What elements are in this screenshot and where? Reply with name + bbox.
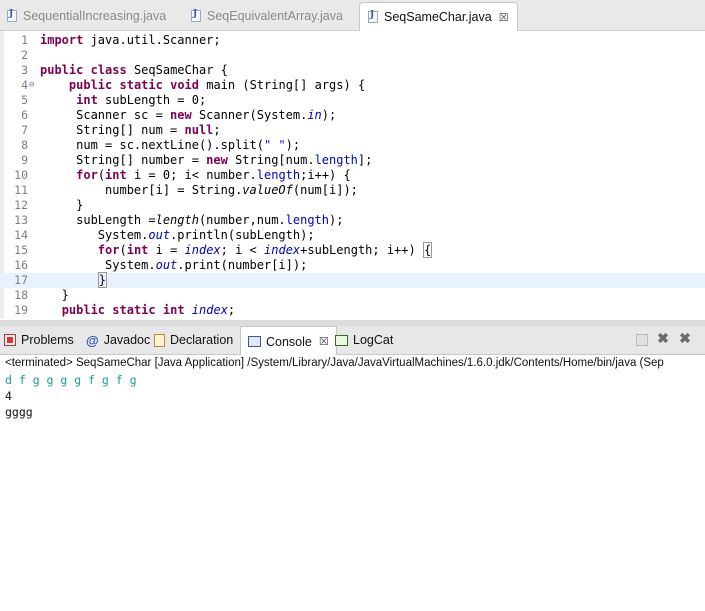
tab-label: SeqEquivalentArray.java (207, 8, 343, 23)
code-line[interactable]: 8 num = sc.nextLine().split(" "); (0, 138, 705, 153)
code-text: public class SeqSameChar { (40, 63, 228, 77)
line-number: 18 (14, 288, 28, 302)
tab-sequential-increasing[interactable]: SequentialIncreasing.java (7, 2, 166, 29)
tab-declaration-label: Declaration (170, 333, 234, 347)
line-number: 7 (21, 123, 28, 137)
line-number: 9 (21, 153, 28, 167)
code-text: Scanner sc = new Scanner(System.in); (40, 108, 337, 122)
code-line[interactable]: 17 } (0, 272, 705, 288)
code-line[interactable]: 5 int subLength = 0; (0, 93, 705, 108)
close-console-icon[interactable]: ☒ (319, 335, 329, 348)
code-text: } (97, 272, 108, 288)
line-number: 8 (21, 138, 28, 152)
javadoc-icon: @ (86, 332, 99, 348)
code-line[interactable]: 9 String[] number = new String[num.lengt… (0, 153, 705, 168)
code-text: public static int index; (61, 303, 236, 317)
fold-icon[interactable]: ⊖ (29, 78, 34, 93)
line-number: 2 (21, 48, 28, 62)
tab-label: SequentialIncreasing.java (23, 8, 167, 23)
console-icon (248, 336, 261, 347)
tab-logcat-label: LogCat (353, 333, 394, 347)
code-line[interactable]: 15 for(int i = index; i < index+subLengt… (0, 242, 705, 258)
code-line[interactable]: 6 Scanner sc = new Scanner(System.in); (0, 108, 705, 123)
line-number: 1 (21, 33, 28, 47)
tab-console[interactable]: Console ☒ (240, 326, 337, 356)
code-text: String[] number = new String[num.length]… (40, 153, 373, 167)
code-text: public static void main (String[] args) … (68, 78, 366, 92)
line-number: 10 (14, 168, 28, 182)
code-line[interactable]: 2 (0, 48, 705, 63)
code-line[interactable]: 13 subLength =length(number,num.length); (0, 213, 705, 228)
console-line: gggg (5, 405, 33, 419)
line-number: 15 (14, 243, 28, 257)
code-line[interactable]: 4 ⊖ public static void main (String[] arg… (0, 78, 705, 93)
code-line[interactable]: 1 import java.util.Scanner; (0, 33, 705, 48)
code-text: } (40, 288, 69, 302)
editor-tab-bar: SequentialIncreasing.java SeqEquivalentA… (0, 0, 705, 31)
line-number: 12 (14, 198, 28, 212)
java-file-icon (368, 10, 378, 23)
code-text: subLength =length(number,num.length); (40, 213, 344, 227)
code-line[interactable]: 10 for(int i = 0; i< number.length;i++) … (0, 168, 705, 183)
logcat-icon (335, 334, 348, 346)
remove-all-terminated-icon[interactable]: ✖ (678, 330, 692, 346)
tab-javadoc[interactable]: @ Javadoc (86, 326, 150, 354)
line-number: 11 (14, 183, 28, 197)
tab-seq-equivalent-array[interactable]: SeqEquivalentArray.java (191, 2, 343, 29)
line-number: 3 (21, 63, 28, 77)
line-number: 16 (14, 258, 28, 272)
code-text: import java.util.Scanner; (40, 33, 221, 47)
close-tab-icon[interactable]: ☒ (499, 11, 509, 24)
console-output[interactable]: <terminated> SeqSameChar [Java Applicati… (0, 355, 705, 611)
code-text: System.out.println(subLength); (40, 228, 315, 242)
tab-console-label: Console (266, 334, 312, 349)
console-line: d f g g g g f g f g (5, 373, 137, 387)
code-line[interactable]: 3 public class SeqSameChar { (0, 63, 705, 78)
code-line[interactable]: 14 System.out.println(subLength); (0, 228, 705, 243)
tab-problems[interactable]: Problems (4, 326, 74, 354)
tab-seq-same-char[interactable]: SeqSameChar.java ☒ (359, 2, 518, 31)
code-editor[interactable]: 1 import java.util.Scanner; 2 3 public class… (0, 31, 705, 319)
line-number: 14 (14, 228, 28, 242)
line-number: 4 (21, 78, 28, 92)
code-text: System.out.print(number[i]); (40, 258, 308, 272)
remove-launch-icon[interactable]: ✖ (656, 330, 670, 346)
tab-javadoc-label: Javadoc (103, 333, 151, 347)
console-process-label: <terminated> SeqSameChar [Java Applicati… (5, 357, 664, 369)
declaration-icon (154, 333, 165, 347)
line-number: 19 (14, 303, 28, 317)
tab-declaration[interactable]: Declaration (154, 326, 233, 354)
tab-label: SeqSameChar.java (384, 10, 492, 24)
code-text: for(int i = 0; i< number.length;i++) { (76, 168, 351, 182)
code-text: for(int i = index; i < index+subLength; … (97, 242, 433, 258)
code-text: number[i] = String.valueOf(num[i]); (40, 183, 358, 197)
code-line[interactable]: 16 System.out.print(number[i]); (0, 258, 705, 273)
code-text: int subLength = 0; (76, 93, 207, 107)
problems-icon (4, 334, 16, 346)
terminate-icon[interactable] (636, 334, 648, 346)
views-tab-bar: Problems @ Javadoc Declaration Console ☒… (0, 326, 705, 356)
tab-logcat[interactable]: LogCat (335, 326, 393, 354)
code-line[interactable]: 7 String[] num = null; (0, 123, 705, 138)
java-file-icon (191, 9, 201, 22)
code-text: } (40, 198, 84, 212)
line-number: 5 (21, 93, 28, 107)
code-line[interactable]: 12 } (0, 198, 705, 213)
line-number: 17 (14, 273, 28, 287)
code-line[interactable]: 11 number[i] = String.valueOf(num[i]); (0, 183, 705, 198)
line-number: 6 (21, 108, 28, 122)
code-line[interactable]: 19 public static int index; (0, 303, 705, 318)
java-file-icon (7, 9, 17, 22)
console-line: 4 (5, 389, 12, 403)
tab-problems-label: Problems (21, 333, 74, 347)
line-number: 13 (14, 213, 28, 227)
code-text: String[] num = null; (40, 123, 221, 137)
code-text: num = sc.nextLine().split(" "); (40, 138, 301, 152)
code-line[interactable]: 18 } (0, 288, 705, 303)
